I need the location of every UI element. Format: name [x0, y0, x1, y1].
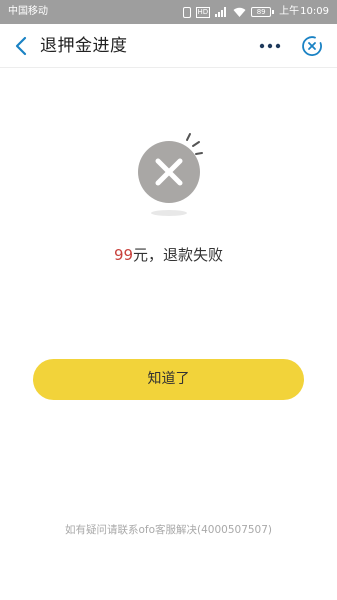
refund-progress-screen: 中国移动 HD 89 上午 10:09 退押金进度 99元，退款失败 知道了 如…: [0, 0, 337, 600]
wifi-icon: [233, 7, 246, 17]
refund-amount: 99: [113, 246, 134, 264]
more-dots-icon[interactable]: [258, 38, 282, 54]
status-bar: 中国移动 HD 89 上午 10:09: [0, 0, 337, 24]
clock-time: 10:09: [300, 6, 329, 17]
refund-status-text: 元，退款失败: [133, 246, 224, 264]
customer-service-help-text: 如有疑问请联系ofo客服解决(4000507507): [64, 524, 273, 536]
network-signal-icon: [215, 7, 227, 17]
close-icon[interactable]: [300, 34, 324, 58]
refund-result-message: 99元，退款失败: [0, 244, 337, 265]
ok-button[interactable]: 知道了: [33, 359, 304, 400]
hd-badge: HD: [195, 6, 211, 18]
fail-x-icon: [138, 133, 203, 216]
page-title: 退押金进度: [40, 36, 128, 56]
vibrate-icon: [182, 6, 191, 18]
navigation-bar: 退押金进度: [0, 24, 337, 68]
carrier-name: 中国移动: [8, 6, 48, 17]
battery-icon: 89: [251, 7, 275, 17]
back-icon[interactable]: [10, 34, 34, 58]
status-icons: HD 89 上午 10:09: [182, 0, 329, 24]
battery-level: 89: [251, 7, 272, 17]
clock-prefix: 上午: [279, 6, 300, 17]
